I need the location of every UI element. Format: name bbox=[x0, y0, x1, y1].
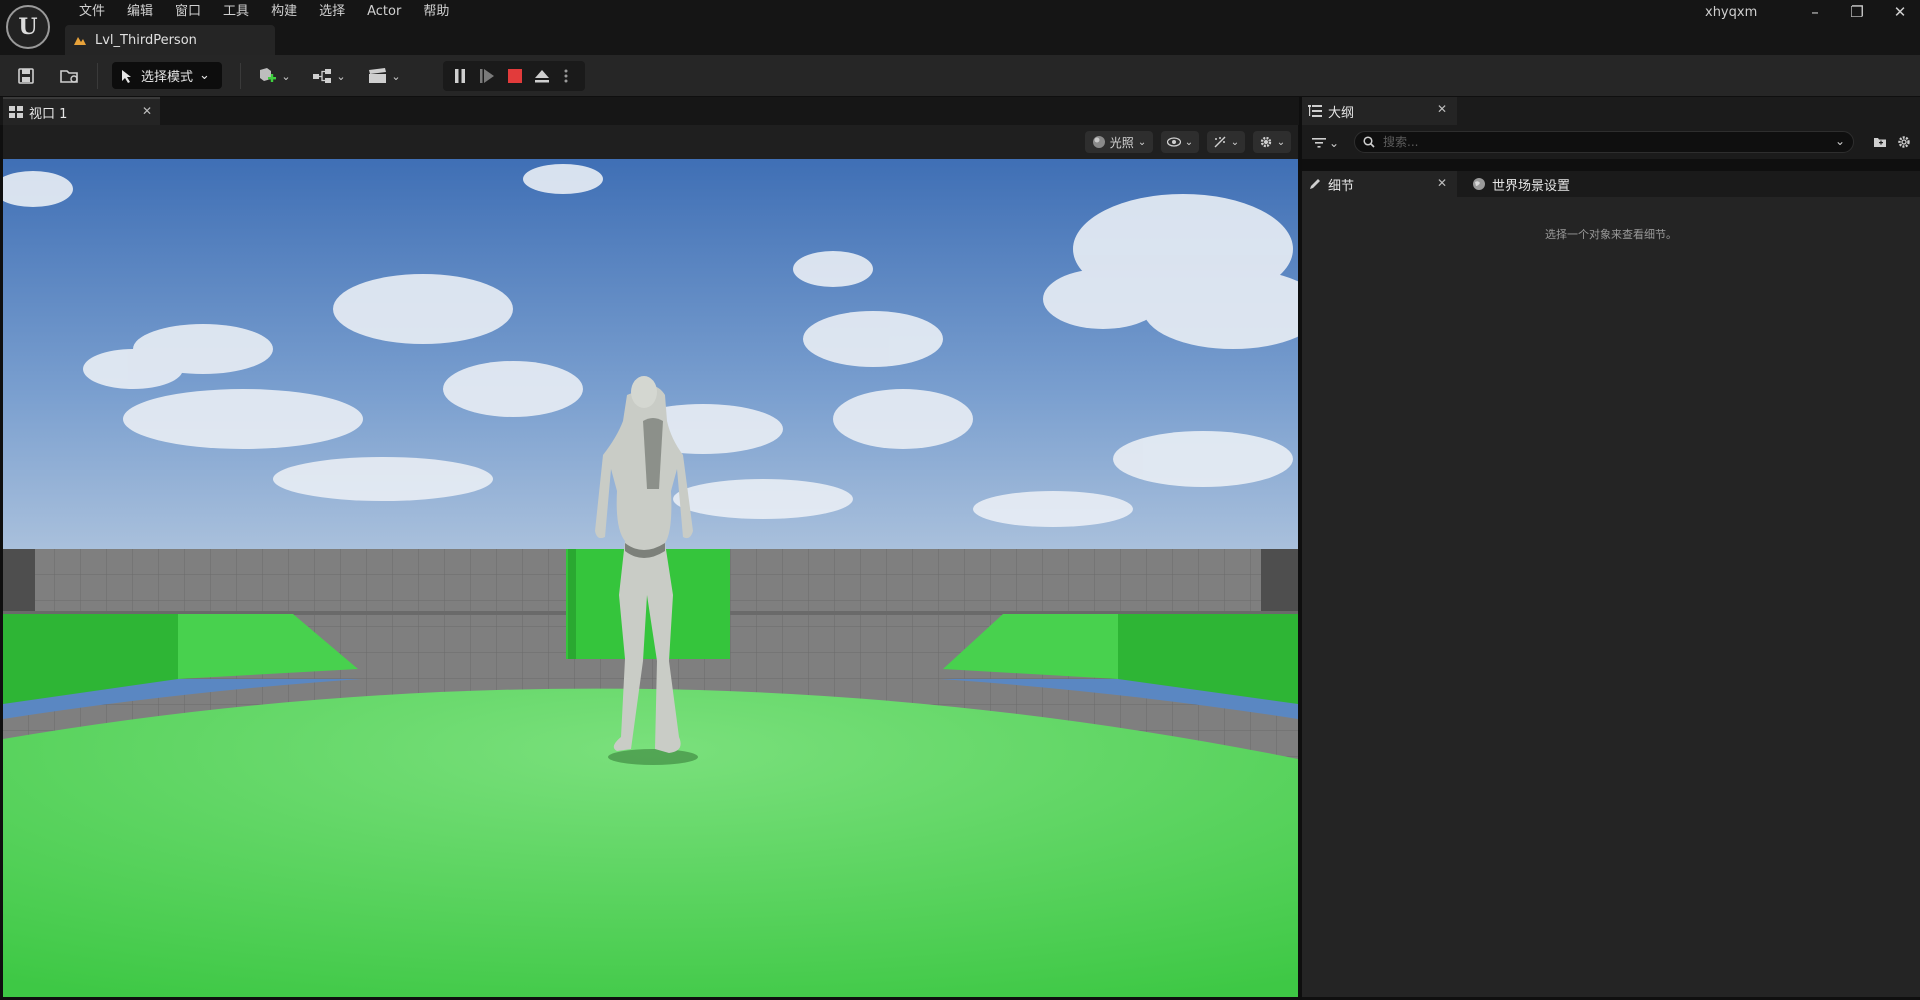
settings-gear-icon[interactable] bbox=[1894, 131, 1914, 153]
stop-icon[interactable] bbox=[504, 63, 526, 89]
lighting-mode-label: 光照 bbox=[1109, 135, 1134, 150]
details-panel: 细节 ✕ 世界场景设置 选择一个对象来查看细节。 bbox=[1302, 171, 1920, 997]
sphere-icon bbox=[1092, 136, 1105, 148]
toolbar-separator bbox=[97, 63, 98, 89]
clapperboard-icon bbox=[369, 68, 387, 83]
skip-frame-icon[interactable] bbox=[476, 63, 498, 89]
lighting-mode-button[interactable]: 光照 ⌄ bbox=[1085, 131, 1153, 153]
viewport-tabbar: 视口 1 ✕ bbox=[0, 97, 1300, 125]
menu-file[interactable]: 文件 bbox=[68, 3, 116, 21]
tab-details[interactable]: 细节 ✕ bbox=[1302, 171, 1457, 197]
search-input[interactable] bbox=[1383, 135, 1823, 149]
search-icon bbox=[1363, 136, 1375, 148]
level-viewport[interactable] bbox=[3, 159, 1298, 997]
outliner-search[interactable]: ⌄ bbox=[1354, 131, 1854, 153]
tab-world-settings[interactable]: 世界场景设置 bbox=[1466, 171, 1636, 197]
pencil-icon bbox=[1310, 179, 1320, 189]
menu-tools[interactable]: 工具 bbox=[212, 3, 260, 21]
menu-help[interactable]: 帮助 bbox=[412, 3, 460, 21]
viewport-layout-icon bbox=[9, 106, 23, 118]
gear-icon bbox=[1260, 136, 1271, 148]
blueprint-button[interactable]: ⌄ bbox=[311, 63, 347, 89]
main-toolbar: 选择模式 ⌄ ⌄ ⌄ ⌄ bbox=[0, 55, 1920, 96]
outliner-icon bbox=[1308, 105, 1322, 117]
show-flags-button[interactable]: ⌄ bbox=[1161, 131, 1199, 153]
details-tab-label: 细节 bbox=[1328, 178, 1355, 194]
select-mode-icon bbox=[122, 69, 131, 83]
add-actor-button[interactable]: ⌄ bbox=[256, 63, 292, 89]
menu-build[interactable]: 构建 bbox=[260, 3, 308, 21]
add-folder-icon[interactable] bbox=[1870, 131, 1890, 153]
save-icon[interactable] bbox=[14, 63, 38, 89]
title-bar: U 文件 编辑 窗口 工具 构建 选择 Actor 帮助 Lvl_ThirdPe… bbox=[0, 0, 1920, 55]
close-icon[interactable]: ✕ bbox=[1437, 176, 1447, 190]
globe-icon bbox=[1473, 178, 1485, 190]
viewport-tab-label: 视口 1 bbox=[29, 106, 68, 122]
menu-actor[interactable]: Actor bbox=[356, 3, 412, 21]
toolbar-separator bbox=[240, 63, 241, 89]
add-actor-icon bbox=[260, 68, 277, 82]
level-tab[interactable]: Lvl_ThirdPerson bbox=[65, 25, 275, 55]
snap-settings-button[interactable]: ⌄ bbox=[1207, 131, 1245, 153]
close-icon[interactable]: ✕ bbox=[142, 104, 152, 118]
menu-bar: 文件 编辑 窗口 工具 构建 选择 Actor 帮助 bbox=[68, 3, 460, 21]
chevron-down-icon[interactable]: ⌄ bbox=[1835, 134, 1845, 148]
eject-icon[interactable] bbox=[531, 63, 553, 89]
unreal-logo-icon[interactable]: U bbox=[6, 5, 50, 49]
filter-icon bbox=[1312, 138, 1326, 148]
cinematics-button[interactable]: ⌄ bbox=[366, 63, 402, 89]
user-name[interactable]: xhyqxm bbox=[1705, 5, 1757, 20]
close-window-icon[interactable]: ✕ bbox=[1880, 0, 1920, 24]
scene-render bbox=[3, 159, 1298, 997]
unreal-editor-window: U 文件 编辑 窗口 工具 构建 选择 Actor 帮助 Lvl_ThirdPe… bbox=[0, 0, 1920, 1000]
blueprint-icon bbox=[313, 69, 332, 83]
outliner-panel: 大纲 ✕ ⌄ ⌄ bbox=[1302, 97, 1920, 159]
select-mode-label: 选择模式 bbox=[141, 70, 194, 85]
tab-viewport-1[interactable]: 视口 1 ✕ bbox=[3, 97, 160, 125]
viewport-toolbar: 光照 ⌄ ⌄ ⌄ ⌄ bbox=[3, 125, 1298, 159]
grid-snap-icon bbox=[1214, 136, 1226, 148]
close-icon[interactable]: ✕ bbox=[1437, 102, 1447, 116]
select-mode-button[interactable]: 选择模式 ⌄ bbox=[112, 62, 222, 89]
pause-icon[interactable] bbox=[449, 63, 471, 89]
restore-icon[interactable]: ❐ bbox=[1837, 0, 1877, 24]
world-settings-tab-label: 世界场景设置 bbox=[1492, 178, 1571, 194]
eye-icon bbox=[1166, 137, 1181, 147]
tab-outliner[interactable]: 大纲 ✕ bbox=[1302, 97, 1457, 125]
play-controls bbox=[443, 61, 585, 91]
menu-window[interactable]: 窗口 bbox=[164, 3, 212, 21]
menu-select[interactable]: 选择 bbox=[308, 3, 356, 21]
level-tab-label: Lvl_ThirdPerson bbox=[95, 32, 197, 48]
filter-button[interactable]: ⌄ bbox=[1312, 134, 1346, 152]
outliner-tab-label: 大纲 bbox=[1328, 105, 1355, 121]
viewport-settings-button[interactable]: ⌄ bbox=[1253, 131, 1291, 153]
more-options-icon[interactable] bbox=[559, 63, 573, 89]
chevron-down-icon: ⌄ bbox=[199, 68, 210, 83]
content-browser-icon[interactable] bbox=[57, 63, 83, 89]
minimize-icon[interactable]: – bbox=[1795, 0, 1835, 24]
level-icon bbox=[74, 37, 86, 45]
details-empty-message: 选择一个对象来查看细节。 bbox=[1545, 228, 1677, 241]
details-tabbar: 细节 ✕ 世界场景设置 bbox=[1302, 171, 1920, 197]
menu-edit[interactable]: 编辑 bbox=[116, 3, 164, 21]
